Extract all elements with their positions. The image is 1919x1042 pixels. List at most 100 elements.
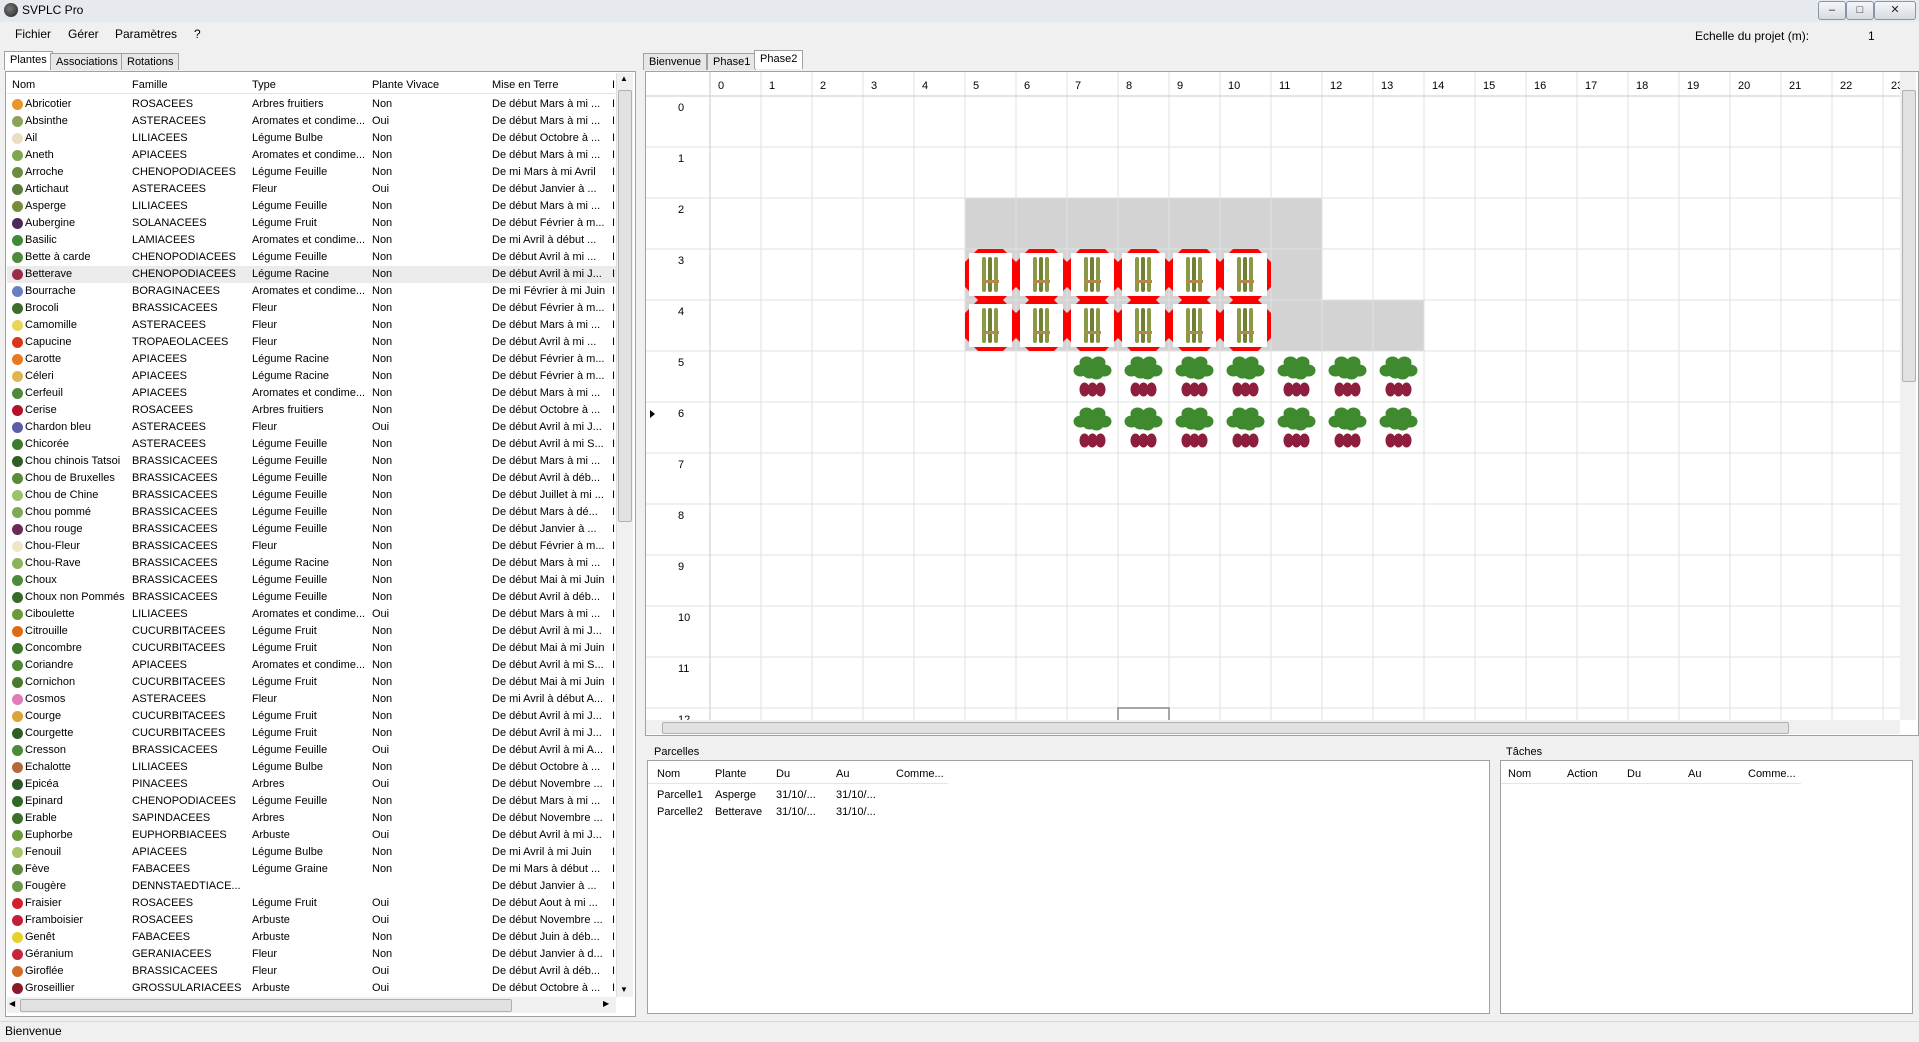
table-row[interactable]: Camomille ASTERACEES Fleur Non De début Mars…	[7, 317, 616, 334]
table-row[interactable]: Arroche CHENOPODIACEES Légume Feuille Non De…	[7, 164, 616, 181]
table-row[interactable]: Giroflée BRASSICACEES Fleur Oui De début Avr…	[7, 963, 616, 980]
table-row[interactable]: Ciboulette LILIACEES Aromates et condime..…	[7, 606, 616, 623]
parcelles-col-au[interactable]: Au	[836, 768, 849, 780]
table-row[interactable]: Bette à carde CHENOPODIACEES Légume Feuill…	[7, 249, 616, 266]
tab-phase2[interactable]: Phase2	[754, 50, 804, 69]
table-row[interactable]: Framboisier ROSACEES Arbuste Oui De début No…	[7, 912, 616, 929]
table-row[interactable]: Epicéa PINACEES Arbres Oui De début Novembre…	[7, 776, 616, 793]
plant-list-scroll-thumb[interactable]	[618, 90, 632, 522]
table-row[interactable]: Abricotier ROSACEES Arbres fruitiers Non De …	[7, 96, 616, 113]
table-row[interactable]: Chou de Chine BRASSICACEES Légume Feuille N…	[7, 487, 616, 504]
garden-grid[interactable]: 0123456789101112131415161718192021222301…	[646, 72, 1900, 720]
plant-list-hscroll-thumb[interactable]	[20, 999, 512, 1012]
table-row[interactable]: Betterave CHENOPODIACEES Légume Racine Non D…	[7, 266, 616, 283]
taches-col-comment[interactable]: Comme...	[1748, 768, 1796, 780]
table-row[interactable]: Courge CUCURBITACEES Légume Fruit Non De déb…	[7, 708, 616, 725]
parcelle-row-1-nom[interactable]: Parcelle1	[657, 789, 703, 801]
col-plante-vivace[interactable]: Plante Vivace	[372, 79, 439, 91]
scroll-down-arrow-icon[interactable]: ▼	[620, 985, 628, 994]
tab-bienvenue[interactable]: Bienvenue	[643, 53, 707, 70]
parcelle-row-1-plante[interactable]: Asperge	[715, 789, 756, 801]
table-row[interactable]: Fenouil APIACEES Légume Bulbe Non De mi Avri…	[7, 844, 616, 861]
taches-col-nom[interactable]: Nom	[1508, 768, 1531, 780]
table-row[interactable]: Fraisier ROSACEES Légume Fruit Oui De début …	[7, 895, 616, 912]
table-row[interactable]: Cornichon CUCURBITACEES Légume Fruit Non De …	[7, 674, 616, 691]
col-type[interactable]: Type	[252, 79, 276, 91]
minimize-button[interactable]: ‒	[1818, 1, 1846, 20]
col-extra[interactable]: I	[612, 79, 615, 91]
table-row[interactable]: Echalotte LILIACEES Légume Bulbe Non De débu…	[7, 759, 616, 776]
tab-phase1[interactable]: Phase1	[707, 53, 757, 70]
table-row[interactable]: Cerise ROSACEES Arbres fruitiers Non De débu…	[7, 402, 616, 419]
parcelle-row-2-nom[interactable]: Parcelle2	[657, 806, 703, 818]
table-row[interactable]: Aubergine SOLANACEES Légume Fruit Non De déb…	[7, 215, 616, 232]
scroll-left-arrow-icon[interactable]: ◀	[9, 999, 15, 1008]
table-row[interactable]: Chou de Bruxelles BRASSICACEES Légume Feui…	[7, 470, 616, 487]
table-row[interactable]: Chou rouge BRASSICACEES Légume Feuille Non D…	[7, 521, 616, 538]
table-row[interactable]: Ail LILIACEES Légume Bulbe Non De début Octo…	[7, 130, 616, 147]
tab-associations[interactable]: Associations	[50, 53, 124, 70]
table-row[interactable]: Chou-Fleur BRASSICACEES Fleur Non De début F…	[7, 538, 616, 555]
table-row[interactable]: Asperge LILIACEES Légume Feuille Non De débu…	[7, 198, 616, 215]
table-row[interactable]: Euphorbe EUPHORBIACEES Arbuste Oui De début …	[7, 827, 616, 844]
scroll-right-arrow-icon[interactable]: ▶	[603, 999, 609, 1008]
col-nom[interactable]: Nom	[12, 79, 35, 91]
table-row[interactable]: Géranium GERANIACEES Fleur Non De début Janv…	[7, 946, 616, 963]
table-row[interactable]: Carotte APIACEES Légume Racine Non De début …	[7, 351, 616, 368]
maximize-button[interactable]: □	[1846, 1, 1874, 20]
table-row[interactable]: Fougère DENNSTAEDTIACE... De début Janvier…	[7, 878, 616, 895]
table-row[interactable]: Chicorée ASTERACEES Légume Feuille Non De dé…	[7, 436, 616, 453]
parcelles-col-plante[interactable]: Plante	[715, 768, 746, 780]
tab-plantes[interactable]: Plantes	[4, 51, 53, 70]
table-row[interactable]: Capucine TROPAEOLACEES Fleur Non De début Av…	[7, 334, 616, 351]
table-row[interactable]: Citrouille CUCURBITACEES Légume Fruit Non De…	[7, 623, 616, 640]
table-row[interactable]: Cresson BRASSICACEES Légume Feuille Oui De d…	[7, 742, 616, 759]
menu-help[interactable]: ?	[194, 27, 201, 41]
table-row[interactable]: Coriandre APIACEES Aromates et condime... N…	[7, 657, 616, 674]
parcelles-col-du[interactable]: Du	[776, 768, 790, 780]
table-row[interactable]: Epinard CHENOPODIACEES Légume Feuille Non De…	[7, 793, 616, 810]
taches-col-au[interactable]: Au	[1688, 768, 1701, 780]
table-row[interactable]: Choux BRASSICACEES Légume Feuille Non De déb…	[7, 572, 616, 589]
scroll-up-arrow-icon[interactable]: ▲	[620, 74, 628, 83]
parcelle-row-1-du[interactable]: 31/10/...	[776, 789, 816, 801]
table-row[interactable]: Absinthe ASTERACEES Aromates et condime...…	[7, 113, 616, 130]
parcelles-col-nom[interactable]: Nom	[657, 768, 680, 780]
menu-parametres[interactable]: Paramètres	[115, 27, 177, 41]
table-row[interactable]: Chardon bleu ASTERACEES Fleur Oui De début A…	[7, 419, 616, 436]
table-row[interactable]: Brocoli BRASSICACEES Fleur Non De début Févr…	[7, 300, 616, 317]
menu-fichier[interactable]: Fichier	[15, 27, 51, 41]
table-row[interactable]: Artichaut ASTERACEES Fleur Oui De début Janv…	[7, 181, 616, 198]
table-row[interactable]: Groseillier GROSSULARIACEES Arbuste Oui De d…	[7, 980, 616, 997]
table-row[interactable]: Aneth APIACEES Aromates et condime... Non De…	[7, 147, 616, 164]
table-row[interactable]: Chou-Rave BRASSICACEES Légume Racine Non De …	[7, 555, 616, 572]
parcelles-col-comment[interactable]: Comme...	[896, 768, 944, 780]
table-row[interactable]: Genêt FABACEES Arbuste Non De début Juin à d…	[7, 929, 616, 946]
col-famille[interactable]: Famille	[132, 79, 167, 91]
parcelle-row-2-du[interactable]: 31/10/...	[776, 806, 816, 818]
table-row[interactable]: Concombre CUCURBITACEES Légume Fruit Non De …	[7, 640, 616, 657]
parcelle-row-1-au[interactable]: 31/10/...	[836, 789, 876, 801]
table-row[interactable]: Erable SAPINDACEES Arbres Non De début Novem…	[7, 810, 616, 827]
grid-hscroll-thumb[interactable]	[662, 722, 1789, 734]
table-row[interactable]: Céleri APIACEES Légume Racine Non De début F…	[7, 368, 616, 385]
col-mise-en-terre[interactable]: Mise en Terre	[492, 79, 558, 91]
menu-gerer[interactable]: Gérer	[68, 27, 99, 41]
tab-rotations[interactable]: Rotations	[121, 53, 180, 70]
table-row[interactable]: Chou chinois Tatsoi BRASSICACEES Légume Fe…	[7, 453, 616, 470]
taches-col-du[interactable]: Du	[1627, 768, 1641, 780]
table-row[interactable]: Chou pommé BRASSICACEES Légume Feuille Non D…	[7, 504, 616, 521]
table-row[interactable]: Bourrache BORAGINACEES Aromates et condime…	[7, 283, 616, 300]
close-button[interactable]: ✕	[1874, 1, 1916, 20]
table-row[interactable]: Fève FABACEES Légume Graine Non De mi Mars à…	[7, 861, 616, 878]
table-row[interactable]: Basilic LAMIACEES Aromates et condime... No…	[7, 232, 616, 249]
taches-col-action[interactable]: Action	[1567, 768, 1598, 780]
grid-vscroll-thumb[interactable]	[1902, 90, 1916, 382]
parcelle-row-2-au[interactable]: 31/10/...	[836, 806, 876, 818]
table-row[interactable]: Cosmos ASTERACEES Fleur Non De mi Avril à dé…	[7, 691, 616, 708]
table-row[interactable]: Cerfeuil APIACEES Aromates et condime... No…	[7, 385, 616, 402]
project-scale-value[interactable]: 1	[1868, 29, 1875, 43]
table-row[interactable]: Choux non Pommés BRASSICACEES Légume Feuil…	[7, 589, 616, 606]
parcelle-row-2-plante[interactable]: Betterave	[715, 806, 762, 818]
table-row[interactable]: Courgette CUCURBITACEES Légume Fruit Non De …	[7, 725, 616, 742]
